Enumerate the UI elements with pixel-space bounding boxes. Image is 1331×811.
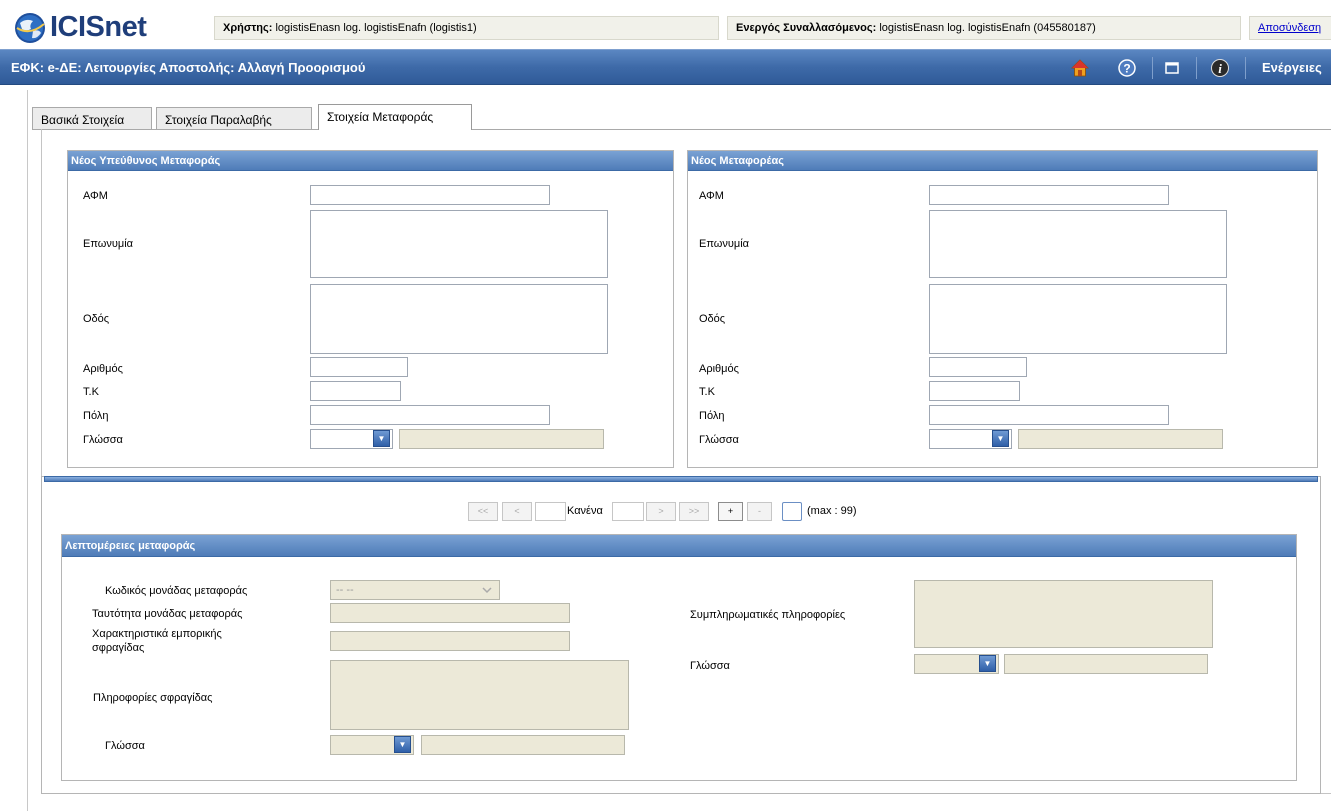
tab-receipt-info[interactable]: Στοιχεία Παραλαβής [156,107,312,129]
complementary-language-select[interactable]: ▼ [914,654,999,674]
logout-box: Αποσύνδεση [1249,16,1331,40]
logout-link[interactable]: Αποσύνδεση [1258,22,1321,34]
chevron-down-icon[interactable]: ▼ [979,655,996,672]
carrier-zip-input[interactable] [929,381,1020,401]
seal-info-label: Πληροφορίες σφραγίδας [93,692,213,704]
carrier-city-label: Πόλη [699,410,725,422]
pager-current-label: Κανένα [567,505,603,517]
remove-item-button[interactable]: - [747,502,772,521]
carrier-language-description-field [1018,429,1223,449]
pager-next-button[interactable]: > [646,502,676,521]
street-textarea[interactable] [310,284,608,354]
trader-value: logistisEnasn log. logistisEnafn (045580… [879,22,1096,34]
max-items-label: (max : 99) [807,505,857,517]
unit-code-select[interactable]: -- -- [330,580,500,600]
carrier-city-input[interactable] [929,405,1169,425]
titlebar-separator [1245,57,1246,79]
panel-header: Νέος Μεταφορέας [688,151,1317,171]
chevron-down-icon[interactable]: ▼ [992,430,1009,447]
carrier-zip-label: Τ.Κ [699,386,715,398]
language-select[interactable]: ▼ [310,429,393,449]
titlebar-separator [1152,57,1153,79]
trader-label: Ενεργός Συναλλασόμενος: [736,22,877,34]
afm-input[interactable] [310,185,550,205]
page-titlebar: ΕΦΚ: e-ΔΕ: Λειτουργίες Αποστολής: Αλλαγή… [0,49,1331,85]
home-icon[interactable] [1070,58,1090,78]
item-count-input[interactable] [782,502,802,521]
pager-field [612,502,644,521]
icisnet-logo: ICISnet [10,8,200,48]
pager-last-button[interactable]: >> [679,502,709,521]
user-label: Χρήστης: [223,22,273,34]
unit-id-field [330,603,570,623]
pager-prev-button[interactable]: < [502,502,532,521]
panel-header: Νέος Υπεύθυνος Μεταφοράς [68,151,673,171]
carrier-name-label: Επωνυμία [699,238,750,250]
zip-input[interactable] [310,381,401,401]
seal-features-field [330,631,570,651]
street-label: Οδός [83,313,110,325]
language-description-field [399,429,604,449]
seal-info-field [330,660,629,730]
brand-name: ICISnet [50,11,147,43]
active-trader-box: Ενεργός Συναλλασόμενος: logistisEnasn lo… [727,16,1241,40]
page-title: ΕΦΚ: e-ΔΕ: Λειτουργίες Αποστολής: Αλλαγή… [11,60,366,75]
svg-text:i: i [1218,61,1222,76]
number-label: Αριθμός [83,363,123,375]
name-label: Επωνυμία [83,238,134,250]
tab-basic-info[interactable]: Βασικά Στοιχεία [32,107,152,129]
carrier-language-label: Γλώσσα [699,434,739,446]
seal-language-select[interactable]: ▼ [330,735,414,755]
window-icon[interactable] [1162,58,1182,78]
svg-text:?: ? [1123,62,1130,76]
unit-code-value: -- -- [336,584,354,596]
carrier-language-select[interactable]: ▼ [929,429,1012,449]
user-info-box: Χρήστης: logistisEnasn log. logistisEnaf… [214,16,719,40]
carrier-name-textarea[interactable] [929,210,1227,278]
complementary-info-field [914,580,1213,648]
carrier-number-label: Αριθμός [699,363,739,375]
help-icon[interactable]: ? [1117,58,1137,78]
unit-id-label: Ταυτότητα μονάδας μεταφοράς [92,608,243,620]
section-divider-bar [44,476,1318,482]
carrier-afm-label: ΑΦΜ [699,190,724,202]
complementary-language-label: Γλώσσα [690,660,730,672]
seal-language-description-field [421,735,625,755]
titlebar-separator [1196,57,1197,79]
seal-features-label-line1: Χαρακτηριστικά εμπορικής [92,628,222,640]
carrier-street-textarea[interactable] [929,284,1227,354]
city-label: Πόλη [83,410,109,422]
complementary-language-description-field [1004,654,1208,674]
chevron-down-icon [482,587,492,594]
carrier-street-label: Οδός [699,313,726,325]
chevron-down-icon[interactable]: ▼ [373,430,390,447]
pager-field [535,502,566,521]
carrier-number-input[interactable] [929,357,1027,377]
panel-header: Λεπτομέρειες μεταφοράς [62,535,1296,557]
number-input[interactable] [310,357,408,377]
tab-transport-info[interactable]: Στοιχεία Μεταφοράς [318,104,472,130]
unit-code-label: Κωδικός μονάδας μεταφοράς [105,585,248,597]
info-icon[interactable]: i [1210,58,1230,78]
name-textarea[interactable] [310,210,608,278]
user-value: logistisEnasn log. logistisEnafn (logist… [275,22,477,34]
globe-logo-icon [15,13,45,43]
seal-language-label: Γλώσσα [105,740,145,752]
zip-label: Τ.Κ [83,386,99,398]
carrier-afm-input[interactable] [929,185,1169,205]
language-label: Γλώσσα [83,434,123,446]
complementary-info-label: Συμπληρωματικές πληροφορίες [690,609,846,621]
chevron-down-icon[interactable]: ▼ [394,736,411,753]
afm-label: ΑΦΜ [83,190,108,202]
pager-first-button[interactable]: << [468,502,498,521]
add-item-button[interactable]: + [718,502,743,521]
city-input[interactable] [310,405,550,425]
actions-menu[interactable]: Ενέργειες [1262,60,1322,75]
seal-features-label-line2: σφραγίδας [92,642,145,654]
